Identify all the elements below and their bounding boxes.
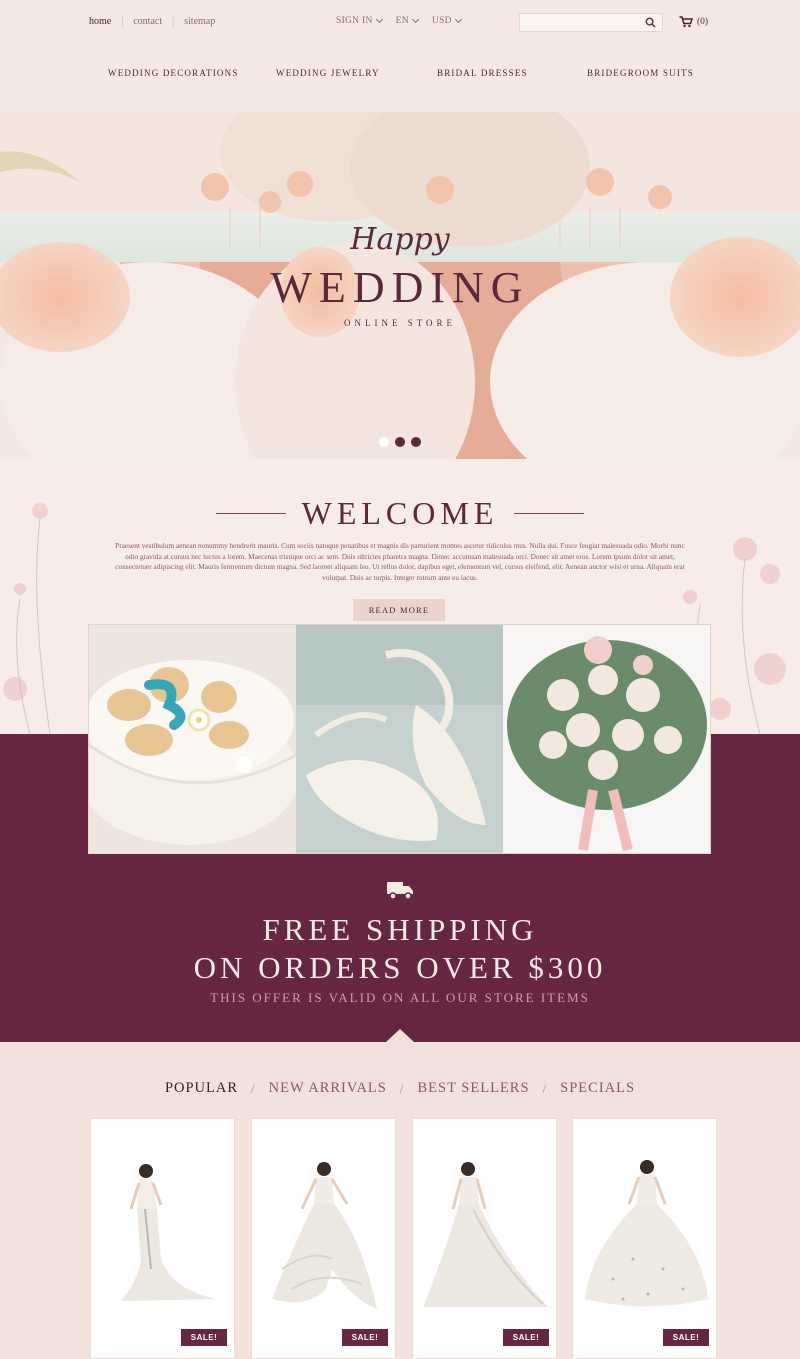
top-selectors: SIGN IN EN USD bbox=[336, 15, 462, 26]
sale-badge: SALE! bbox=[663, 1329, 709, 1346]
heading-divider bbox=[514, 513, 585, 514]
hero-script-text: Happy bbox=[350, 222, 450, 257]
search-input[interactable] bbox=[520, 18, 640, 35]
sitemap-link[interactable]: sitemap bbox=[184, 16, 215, 27]
product-card[interactable]: SALE! bbox=[251, 1118, 396, 1359]
sign-in-dropdown[interactable]: SIGN IN bbox=[336, 15, 383, 26]
currency-label: USD bbox=[431, 16, 452, 26]
nav-bridal-dresses[interactable]: BRIDAL DRESSES bbox=[437, 68, 528, 78]
site-header: home | contact | sitemap SIGN IN EN USD bbox=[0, 0, 800, 112]
cart-icon bbox=[679, 16, 693, 28]
sign-in-label: SIGN IN bbox=[336, 16, 373, 26]
read-more-button[interactable]: READ MORE bbox=[353, 599, 445, 621]
link-divider: | bbox=[121, 16, 124, 27]
tab-popular[interactable]: POPULAR bbox=[165, 1080, 238, 1097]
heading-divider bbox=[215, 513, 286, 514]
shipping-note: THIS OFFER IS VALID ON ALL OUR STORE ITE… bbox=[210, 990, 590, 1005]
slider-dot[interactable] bbox=[411, 437, 421, 447]
hero-subtitle: ONLINE STORE bbox=[343, 318, 457, 328]
product-card[interactable]: SALE! bbox=[572, 1118, 717, 1359]
product-card[interactable]: SALE! bbox=[412, 1118, 557, 1359]
nav-bridegroom-suits[interactable]: BRIDEGROOM SUITS bbox=[587, 68, 694, 78]
nav-wedding-decorations[interactable]: WEDDING DECORATIONS bbox=[108, 68, 239, 78]
delivery-truck-icon bbox=[387, 882, 413, 900]
search-box bbox=[519, 13, 663, 35]
chevron-down-icon bbox=[454, 15, 462, 24]
tab-best-sellers[interactable]: BEST SELLERS bbox=[417, 1080, 529, 1097]
search-icon[interactable] bbox=[645, 17, 656, 28]
welcome-heading: WELCOME bbox=[0, 495, 800, 532]
welcome-text: Praesent vestibulum aenean nonummy hendr… bbox=[115, 541, 685, 582]
contact-link[interactable]: contact bbox=[133, 16, 162, 27]
top-links: home | contact | sitemap bbox=[89, 16, 215, 27]
slider-dot[interactable] bbox=[379, 437, 389, 447]
ruffled-dress-image bbox=[272, 1162, 377, 1309]
link-divider: | bbox=[172, 16, 175, 27]
tab-new-arrivals[interactable]: NEW ARRIVALS bbox=[269, 1080, 387, 1097]
gallery-image-wedding-cake[interactable] bbox=[89, 625, 296, 853]
home-link[interactable]: home bbox=[89, 16, 111, 27]
currency-dropdown[interactable]: USD bbox=[431, 15, 462, 26]
wedding-cake-image bbox=[89, 625, 296, 853]
cart-count: (0) bbox=[697, 17, 709, 27]
language-dropdown[interactable]: EN bbox=[395, 15, 419, 26]
mermaid-dress-image bbox=[121, 1164, 216, 1301]
tab-specials[interactable]: SPECIALS bbox=[560, 1080, 635, 1097]
ball-gown-image bbox=[585, 1160, 708, 1307]
hero-title: WEDDING bbox=[270, 263, 530, 312]
chevron-down-icon bbox=[411, 15, 419, 24]
a-line-dress-image bbox=[423, 1162, 548, 1307]
product-card[interactable]: SALE! bbox=[90, 1118, 235, 1359]
hero-slider[interactable]: Happy WEDDING ONLINE STORE bbox=[0, 112, 800, 459]
shipping-headline-line1: FREE SHIPPING bbox=[262, 912, 538, 947]
rose-bouquet-image bbox=[503, 625, 710, 853]
sale-badge: SALE! bbox=[181, 1329, 227, 1346]
section-notch bbox=[386, 1029, 414, 1042]
featured-gallery bbox=[88, 624, 711, 854]
sale-badge: SALE! bbox=[342, 1329, 388, 1346]
product-tabs: POPULAR / NEW ARRIVALS / BEST SELLERS / … bbox=[0, 1080, 800, 1097]
cart-button[interactable]: (0) bbox=[679, 16, 708, 28]
shipping-headline-line2: ON ORDERS OVER $300 bbox=[193, 950, 607, 985]
main-navigation: WEDDING DECORATIONS WEDDING JEWELRY BRID… bbox=[0, 68, 800, 82]
tab-divider: / bbox=[251, 1080, 256, 1096]
language-label: EN bbox=[395, 16, 409, 26]
gallery-image-rose-bouquet[interactable] bbox=[503, 625, 710, 853]
nav-wedding-jewelry[interactable]: WEDDING JEWELRY bbox=[276, 68, 380, 78]
slider-pagination bbox=[379, 437, 421, 447]
bridal-shoes-image bbox=[296, 625, 503, 853]
tab-divider: / bbox=[542, 1080, 548, 1096]
slider-dot[interactable] bbox=[395, 437, 405, 447]
welcome-title: WELCOME bbox=[301, 495, 499, 531]
gallery-image-bridal-shoes[interactable] bbox=[296, 625, 503, 853]
tab-divider: / bbox=[399, 1080, 405, 1096]
sale-badge: SALE! bbox=[503, 1329, 549, 1346]
chevron-down-icon bbox=[375, 15, 383, 24]
